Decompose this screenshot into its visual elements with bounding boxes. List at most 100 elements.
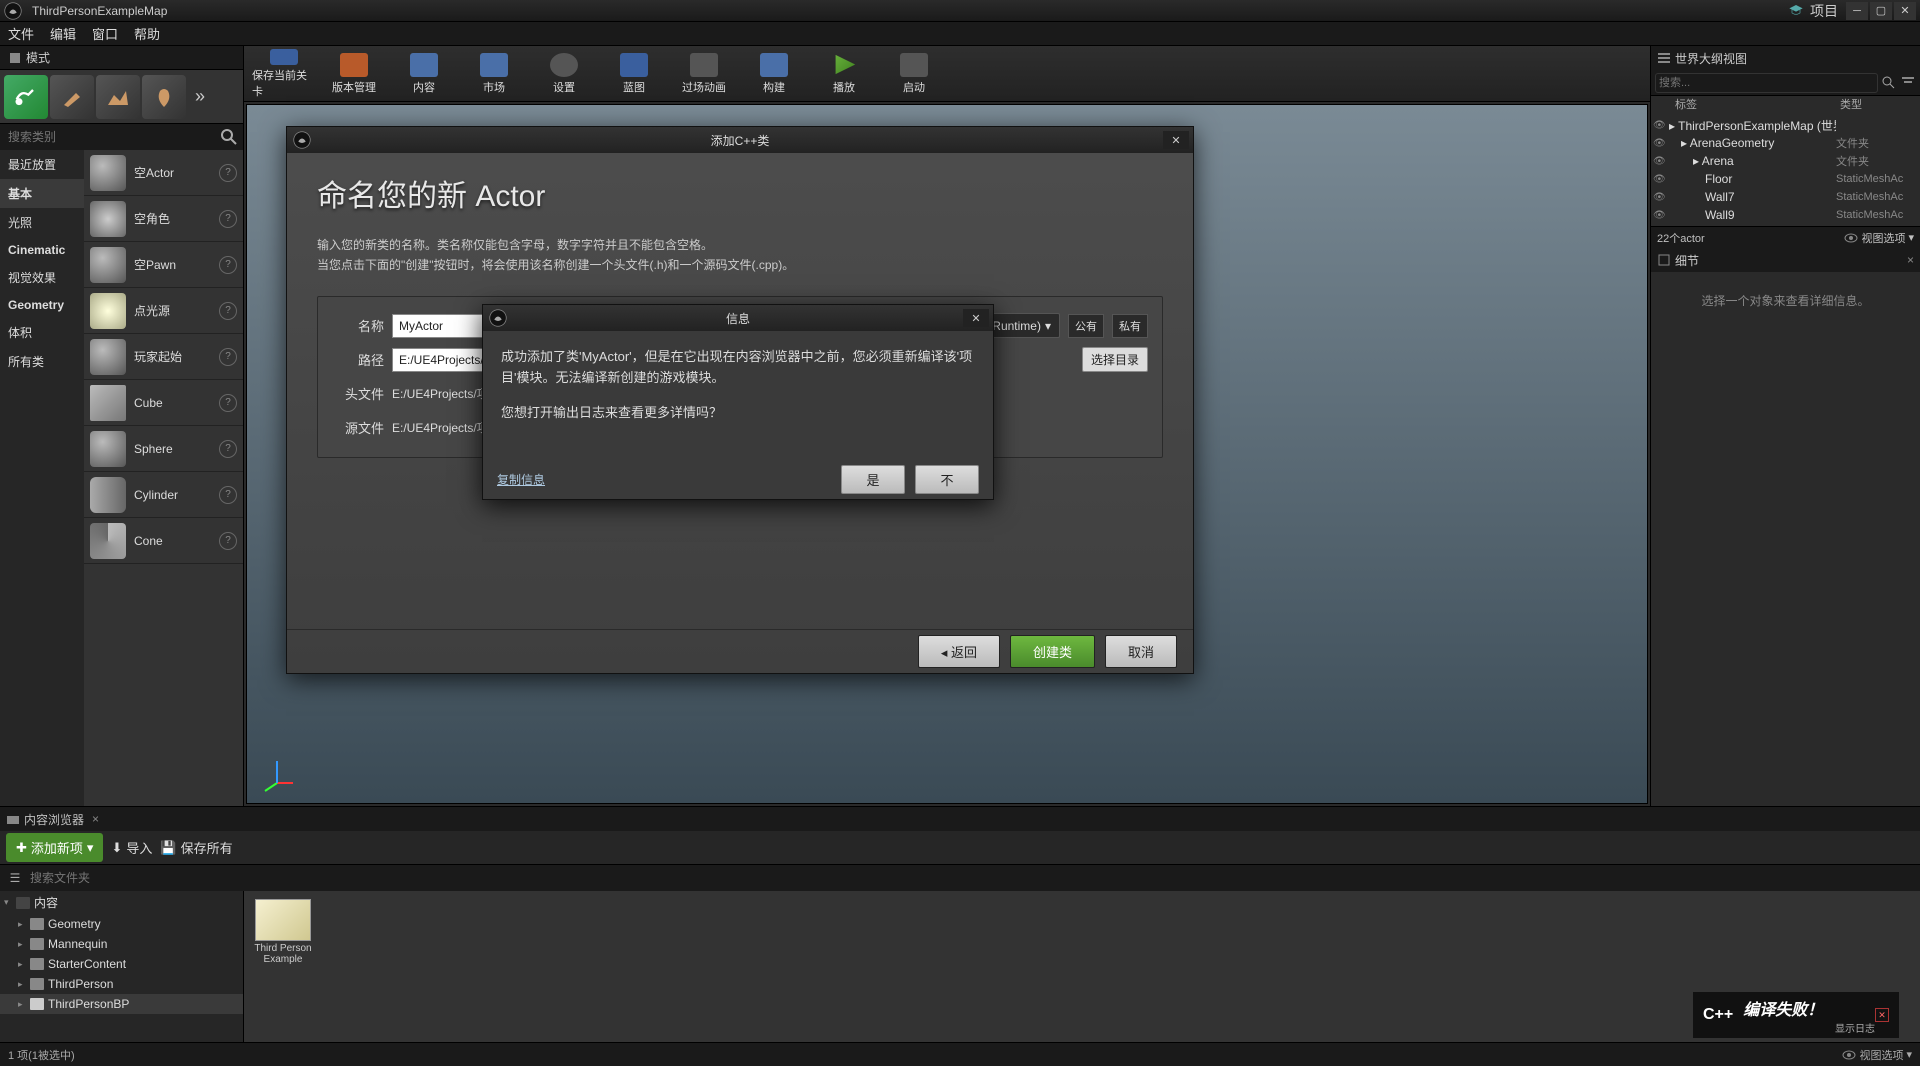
view-options-button[interactable]: 视图选项▾	[1844, 230, 1914, 246]
source-control-button[interactable]: 版本管理	[322, 49, 386, 99]
no-button[interactable]: 不	[915, 465, 979, 494]
mode-overflow-button[interactable]: »	[188, 86, 212, 107]
cancel-button[interactable]: 取消	[1105, 635, 1177, 668]
info-icon[interactable]: ?	[219, 210, 237, 228]
folder-row[interactable]: ▸Mannequin	[0, 934, 243, 954]
dialog-close-button[interactable]: ✕	[963, 309, 989, 327]
actor-row[interactable]: Cube?	[84, 380, 243, 426]
launch-button[interactable]: 启动	[882, 49, 946, 99]
folder-row[interactable]: ▸ThirdPerson	[0, 974, 243, 994]
landscape-mode-button[interactable]	[96, 75, 140, 119]
folder-row[interactable]: ▸StarterContent	[0, 954, 243, 974]
modes-tab[interactable]: 模式	[0, 46, 243, 70]
paint-mode-button[interactable]	[50, 75, 94, 119]
cat-lights[interactable]: 光照	[0, 208, 84, 237]
cat-visual[interactable]: 视觉效果	[0, 263, 84, 292]
cat-volumes[interactable]: 体积	[0, 318, 84, 347]
academic-cap-icon[interactable]	[1788, 3, 1804, 19]
close-button[interactable]: ✕	[1894, 2, 1916, 20]
outliner-row[interactable]: 👁 ▸ Arena 文件夹	[1651, 152, 1920, 170]
info-icon[interactable]: ?	[219, 302, 237, 320]
outliner-row[interactable]: 👁 ▸ ArenaGeometry 文件夹	[1651, 134, 1920, 152]
back-button[interactable]: ◂ 返回	[918, 635, 1000, 668]
cat-basic[interactable]: 基本	[0, 179, 84, 208]
foliage-mode-button[interactable]	[142, 75, 186, 119]
actor-row[interactable]: Cylinder?	[84, 472, 243, 518]
search-icon[interactable]	[219, 127, 239, 147]
save-level-button[interactable]: 保存当前关卡	[252, 49, 316, 99]
add-new-button[interactable]: ✚添加新项▾	[6, 833, 103, 862]
info-icon[interactable]: ?	[219, 256, 237, 274]
settings-button[interactable]: 设置	[532, 49, 596, 99]
actor-row[interactable]: 空Pawn?	[84, 242, 243, 288]
outliner-row[interactable]: 👁 ▸ ThirdPersonExampleMap (世界	[1651, 116, 1920, 134]
cat-geometry[interactable]: Geometry	[0, 292, 84, 318]
actor-row[interactable]: Sphere?	[84, 426, 243, 472]
dialog-close-button[interactable]: ✕	[1163, 131, 1189, 149]
visibility-eye-icon[interactable]: 👁	[1653, 156, 1669, 167]
dialog-titlebar[interactable]: 添加C++类 ✕	[287, 127, 1193, 153]
visibility-eye-icon[interactable]: 👁	[1653, 192, 1669, 203]
visibility-eye-icon[interactable]: 👁	[1653, 120, 1669, 131]
create-class-button[interactable]: 创建类	[1010, 635, 1095, 668]
content-button[interactable]: 内容	[392, 49, 456, 99]
actor-row[interactable]: 玩家起始?	[84, 334, 243, 380]
visibility-eye-icon[interactable]: 👁	[1653, 174, 1669, 185]
copy-message-link[interactable]: 复制信息	[497, 471, 545, 488]
private-button[interactable]: 私有	[1112, 314, 1148, 338]
visibility-eye-icon[interactable]: 👁	[1653, 138, 1669, 149]
cat-all[interactable]: 所有类	[0, 347, 84, 376]
menu-file[interactable]: 文件	[8, 24, 34, 43]
toast-sub[interactable]: 显示日志	[1743, 1020, 1875, 1035]
info-icon[interactable]: ?	[219, 164, 237, 182]
outliner-row[interactable]: 👁 Wall9 StaticMeshAc	[1651, 206, 1920, 224]
modes-search-input[interactable]	[4, 126, 219, 148]
menu-help[interactable]: 帮助	[134, 24, 160, 43]
actor-row[interactable]: 空角色?	[84, 196, 243, 242]
close-tab-icon[interactable]: ×	[92, 812, 99, 826]
actor-row[interactable]: 空Actor?	[84, 150, 243, 196]
outliner-row[interactable]: 👁 Wall7 StaticMeshAc	[1651, 188, 1920, 206]
close-tab-icon[interactable]: ×	[1907, 253, 1914, 267]
public-button[interactable]: 公有	[1068, 314, 1104, 338]
asset-item[interactable]: Third Person Example	[252, 899, 314, 965]
col-label[interactable]: 标签	[1671, 96, 1840, 116]
info-icon[interactable]: ?	[219, 440, 237, 458]
project-menu[interactable]: 项目	[1810, 1, 1838, 21]
import-button[interactable]: ⬇导入	[111, 838, 152, 857]
dialog-titlebar[interactable]: 信息 ✕	[483, 305, 993, 331]
cat-recent[interactable]: 最近放置	[0, 150, 84, 179]
place-mode-button[interactable]	[4, 75, 48, 119]
cat-cinematic[interactable]: Cinematic	[0, 237, 84, 263]
info-icon[interactable]: ?	[219, 486, 237, 504]
compile-failed-toast[interactable]: C++ 编译失败！ 显示日志 ✕	[1692, 991, 1900, 1039]
yes-button[interactable]: 是	[841, 465, 905, 494]
build-button[interactable]: 构建	[742, 49, 806, 99]
blueprints-button[interactable]: 蓝图	[602, 49, 666, 99]
minimize-button[interactable]: ─	[1846, 2, 1868, 20]
maximize-button[interactable]: ▢	[1870, 2, 1892, 20]
asset-area[interactable]: Third Person Example	[244, 891, 1920, 1042]
col-type[interactable]: 类型	[1840, 96, 1920, 116]
info-icon[interactable]: ?	[219, 394, 237, 412]
menu-edit[interactable]: 编辑	[50, 24, 76, 43]
cinematics-button[interactable]: 过场动画	[672, 49, 736, 99]
folder-row[interactable]: ▸ThirdPersonBP	[0, 994, 243, 1014]
info-icon[interactable]: ?	[219, 348, 237, 366]
menu-window[interactable]: 窗口	[92, 24, 118, 43]
outliner-tab[interactable]: 世界大纲视图	[1651, 46, 1920, 70]
play-button[interactable]: 播放	[812, 49, 876, 99]
view-options-button[interactable]: 视图选项▾	[1842, 1047, 1912, 1063]
save-all-button[interactable]: 💾保存所有	[160, 838, 232, 857]
outliner-row[interactable]: 👁 Floor StaticMeshAc	[1651, 170, 1920, 188]
info-icon[interactable]: ?	[219, 532, 237, 550]
actor-row[interactable]: Cone?	[84, 518, 243, 564]
marketplace-button[interactable]: 市场	[462, 49, 526, 99]
actor-row[interactable]: 点光源?	[84, 288, 243, 334]
filter-icon[interactable]	[1900, 75, 1916, 91]
content-browser-tab[interactable]: 内容浏览器 ×	[0, 807, 1920, 831]
content-search-input[interactable]	[26, 867, 1916, 889]
folder-root[interactable]: ▾内容	[0, 891, 243, 914]
details-tab[interactable]: 细节 ×	[1651, 248, 1920, 272]
outliner-search-input[interactable]	[1655, 73, 1878, 93]
